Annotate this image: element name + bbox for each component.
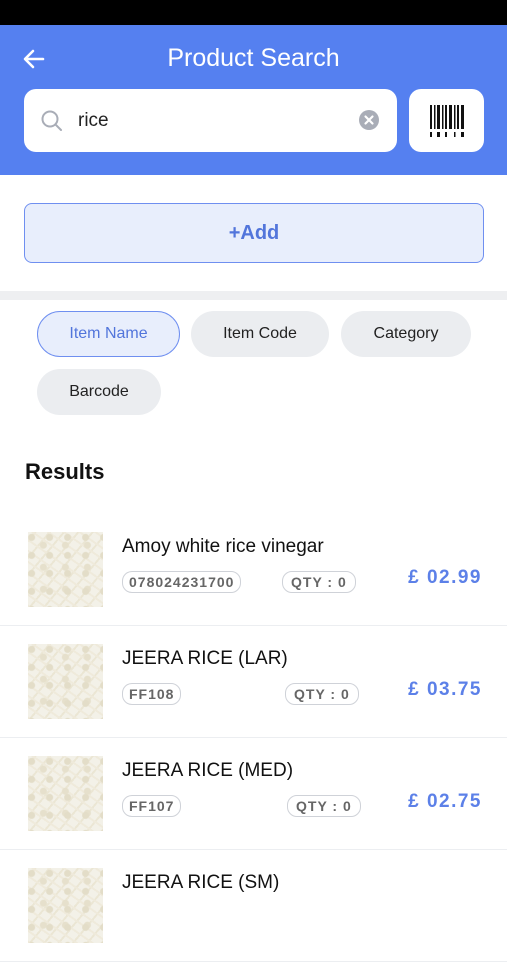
list-item[interactable]: Amoy white rice vinegar 078024231700 QTY… bbox=[0, 514, 507, 626]
filter-chip-item-name[interactable]: Item Name bbox=[37, 311, 180, 357]
search-box[interactable] bbox=[24, 89, 397, 152]
filter-chip-barcode[interactable]: Barcode bbox=[37, 369, 161, 415]
product-thumbnail bbox=[28, 644, 103, 719]
results-title: Results bbox=[25, 459, 105, 484]
product-name: JEERA RICE (SM) bbox=[122, 872, 280, 893]
product-code-badge: FF108 bbox=[122, 683, 182, 705]
add-button[interactable]: +Add bbox=[24, 203, 484, 263]
results-list: Amoy white rice vinegar 078024231700 QTY… bbox=[0, 514, 507, 962]
product-code-badge: FF107 bbox=[122, 795, 182, 817]
product-thumbnail bbox=[28, 756, 103, 831]
filter-chip-category[interactable]: Category bbox=[341, 311, 471, 357]
search-input[interactable] bbox=[78, 89, 348, 152]
product-thumbnail bbox=[28, 868, 103, 943]
product-name: JEERA RICE (LAR) bbox=[122, 648, 288, 669]
search-icon bbox=[41, 110, 62, 131]
header: Product Search bbox=[0, 25, 507, 175]
qty-badge: QTY : 0 bbox=[287, 795, 361, 817]
status-bar bbox=[0, 0, 507, 25]
qty-badge: QTY : 0 bbox=[285, 683, 359, 705]
product-code-badge: 078024231700 bbox=[122, 571, 242, 593]
filter-chip-label: Category bbox=[373, 325, 439, 342]
list-item[interactable]: JEERA RICE (SM) bbox=[0, 850, 507, 962]
barcode-scan-button[interactable] bbox=[409, 89, 484, 152]
clear-icon[interactable] bbox=[359, 110, 379, 130]
qty-badge: QTY : 0 bbox=[282, 571, 356, 593]
filter-chip-label: Barcode bbox=[69, 383, 129, 400]
page-title: Product Search bbox=[167, 44, 340, 72]
filter-chip-item-code[interactable]: Item Code bbox=[191, 311, 329, 357]
filter-chip-label: Item Name bbox=[69, 325, 148, 342]
list-item[interactable]: JEERA RICE (LAR) FF108 QTY : 0 £ 03.75 bbox=[0, 626, 507, 738]
product-name: Amoy white rice vinegar bbox=[122, 536, 324, 557]
filter-chip-label: Item Code bbox=[223, 325, 297, 342]
product-price: £ 02.75 bbox=[408, 791, 482, 812]
barcode-icon bbox=[429, 104, 464, 137]
product-thumbnail bbox=[28, 532, 103, 607]
section-divider bbox=[0, 291, 507, 300]
product-name: JEERA RICE (MED) bbox=[122, 760, 294, 781]
product-price: £ 03.75 bbox=[408, 679, 482, 700]
product-price: £ 02.99 bbox=[408, 567, 482, 588]
list-item[interactable]: JEERA RICE (MED) FF107 QTY : 0 £ 02.75 bbox=[0, 738, 507, 850]
